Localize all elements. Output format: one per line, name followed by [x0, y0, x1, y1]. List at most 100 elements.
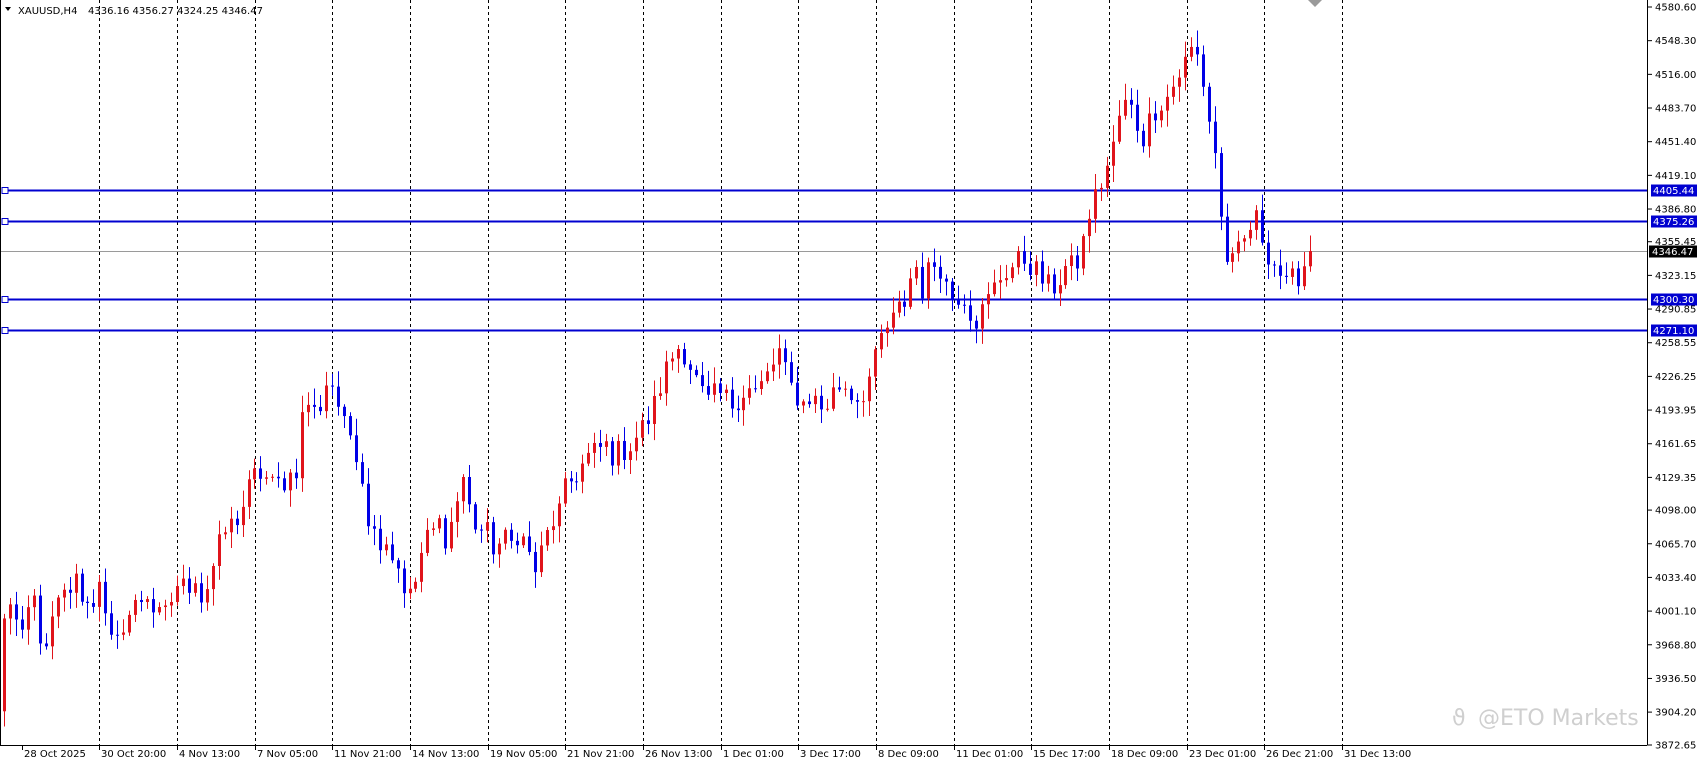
candle-body — [409, 588, 412, 594]
candle-body — [212, 565, 215, 590]
candle-body — [307, 404, 310, 413]
candle-body — [218, 534, 221, 566]
candle-body — [486, 522, 489, 531]
candle-body — [259, 468, 262, 479]
candle-body — [164, 605, 167, 608]
candle-body — [1226, 216, 1229, 262]
candle-body — [850, 388, 853, 401]
candle-body — [391, 544, 394, 561]
candle-body — [617, 440, 620, 466]
candle-body — [1064, 266, 1067, 286]
candle-body — [69, 589, 72, 593]
candle-body — [552, 526, 555, 531]
candle-body — [1166, 96, 1169, 111]
y-tick-label: 4290.85 — [1655, 305, 1696, 316]
candle-body — [1112, 141, 1115, 166]
x-tick-label: 7 Nov 05:00 — [257, 749, 318, 760]
chart-background — [0, 0, 1698, 762]
candle-body — [725, 389, 728, 393]
x-tick-label: 14 Nov 13:00 — [412, 749, 479, 760]
candle-body — [3, 618, 6, 712]
candle-body — [295, 472, 298, 479]
candle-body — [200, 583, 203, 603]
candle-body — [51, 616, 54, 647]
y-tick-label: 3968.80 — [1655, 640, 1696, 651]
candle-body — [271, 476, 274, 478]
candle-body — [1047, 274, 1050, 284]
level-anchor-handle[interactable] — [1, 218, 9, 225]
candle-body — [104, 581, 107, 614]
candle-body — [283, 478, 286, 491]
candle-body — [265, 477, 268, 479]
y-tick-label: 3936.50 — [1655, 674, 1696, 685]
candle-body — [1196, 46, 1199, 55]
x-tick-label: 3 Dec 17:00 — [800, 749, 861, 760]
candle-body — [683, 349, 686, 365]
level-anchor-handle[interactable] — [1, 296, 9, 303]
candle-body — [838, 387, 841, 390]
candle-body — [92, 603, 95, 607]
x-tick-label: 26 Dec 21:00 — [1266, 749, 1333, 760]
candle-body — [414, 581, 417, 589]
candle-body — [492, 522, 495, 555]
candle-body — [122, 632, 125, 635]
price-chart[interactable]: 4580.60 4548.30 4516.00 4483.70 4451.40 4419.… — [0, 0, 1698, 762]
candle-body — [987, 294, 990, 305]
candle-body — [39, 595, 42, 644]
candle-body — [1053, 274, 1056, 294]
candle-body — [784, 348, 787, 363]
candle-body — [1100, 187, 1103, 190]
y-tick-label: 4483.70 — [1655, 104, 1696, 115]
candle-body — [343, 406, 346, 417]
candle-body — [1160, 110, 1163, 121]
candle-body — [975, 320, 978, 329]
candle-body — [1231, 253, 1234, 262]
candle-body — [224, 532, 227, 535]
candle-body — [611, 441, 614, 466]
candle-body — [868, 376, 871, 402]
candle-body — [110, 613, 113, 635]
level-anchor-handle[interactable] — [1, 327, 9, 334]
candle-body — [33, 595, 36, 608]
candle-body — [426, 529, 429, 553]
candle-body — [253, 468, 256, 480]
candle-body — [844, 388, 847, 390]
candle-body — [456, 501, 459, 522]
candle-body — [665, 361, 668, 394]
candle-body — [659, 393, 662, 396]
candle-body — [719, 383, 722, 393]
candle-body — [796, 382, 799, 406]
candle-body — [450, 521, 453, 549]
candle-body — [909, 278, 912, 307]
candle-body — [397, 560, 400, 569]
candle-body — [9, 604, 12, 619]
x-tick-label: 8 Dec 09:00 — [878, 749, 939, 760]
candle-body — [361, 462, 364, 484]
candle-body — [534, 551, 537, 573]
candle-body — [629, 451, 632, 460]
candle — [474, 502, 477, 534]
candle-body — [313, 404, 316, 407]
candle-body — [63, 589, 66, 598]
candle-body — [1255, 210, 1258, 230]
candle-body — [939, 266, 942, 279]
candle-body — [605, 441, 608, 447]
y-tick-label: 4419.10 — [1655, 171, 1696, 182]
candle-body — [808, 401, 811, 405]
candle-body — [1202, 54, 1205, 87]
candle-body — [1106, 165, 1109, 188]
candle-body — [707, 386, 710, 395]
eto-watermark: ϑ @ETO Markets — [1452, 706, 1639, 731]
candle-body — [468, 477, 471, 505]
candle-body — [832, 387, 835, 409]
candle-body — [373, 526, 376, 529]
candle-body — [1297, 268, 1300, 287]
candle-body — [540, 545, 543, 573]
candle-body — [438, 518, 441, 529]
candle-body — [564, 478, 567, 504]
level-anchor-handle[interactable] — [1, 187, 9, 194]
candle-body — [695, 369, 698, 376]
y-tick-label: 4323.15 — [1655, 271, 1696, 282]
candle-body — [886, 327, 889, 334]
candle-body — [1136, 104, 1139, 131]
